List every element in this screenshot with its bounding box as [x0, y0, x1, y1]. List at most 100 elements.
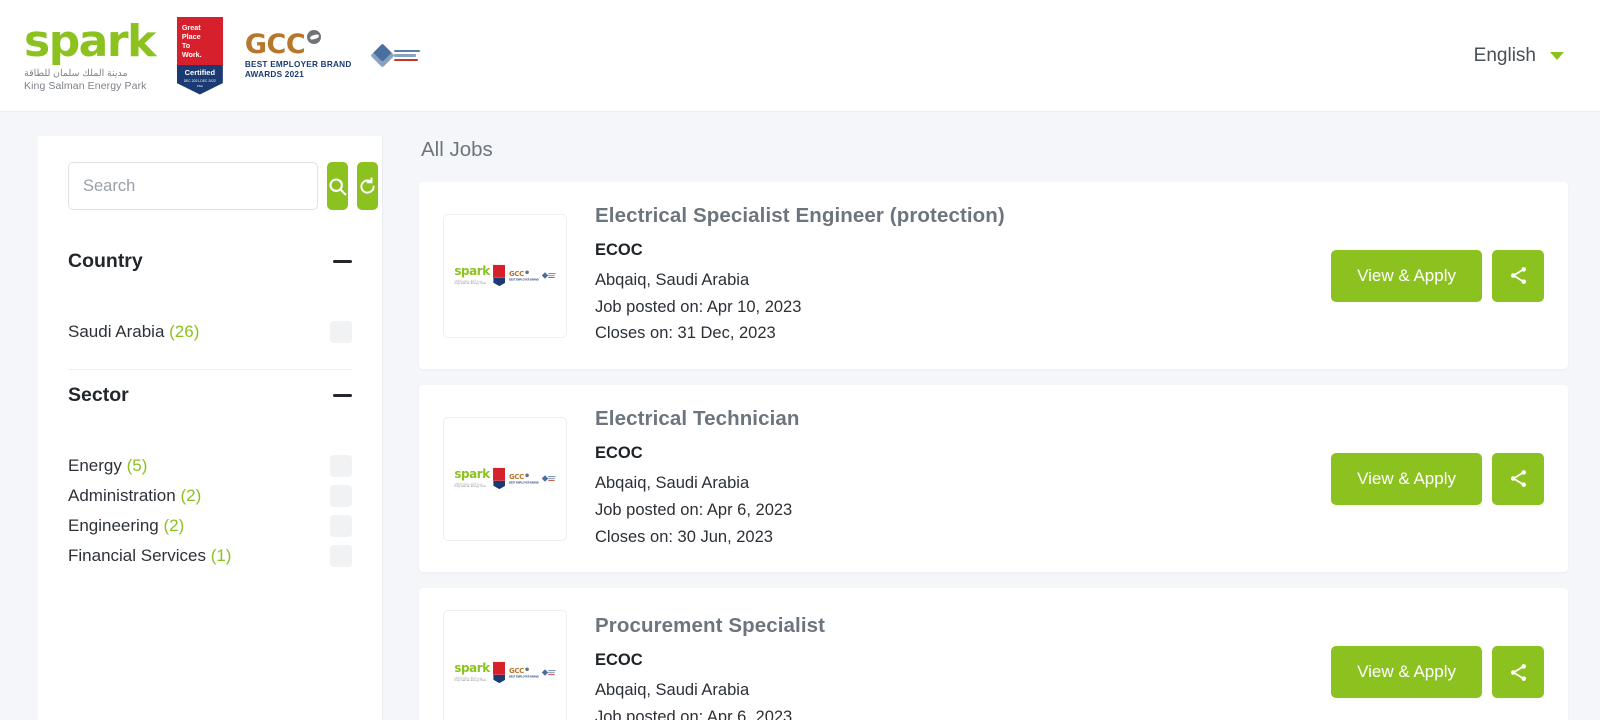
job-company: ECOC: [595, 241, 643, 259]
gcc-award-badge: GCC BEST EMPLOYER BRAND AWARDS 2021: [244, 29, 352, 79]
thumbnail-gptw-badge: [493, 468, 506, 490]
gcc-globe-icon: [525, 666, 529, 671]
spark-english-tagline: King Salman Energy Park: [24, 79, 147, 92]
reset-filters-button[interactable]: [357, 162, 378, 210]
minus-icon[interactable]: [333, 260, 352, 263]
filter-option-label: Financial Services (1): [68, 546, 232, 565]
view-and-apply-button[interactable]: View & Apply: [1331, 249, 1482, 302]
facet-country-header[interactable]: Country: [68, 236, 352, 295]
filter-option-engineering[interactable]: Engineering (2): [68, 511, 352, 541]
thumbnail-gcc-badge: GCC BEST EMPLOYER BRAND: [509, 665, 539, 678]
filter-option-administration[interactable]: Administration (2): [68, 481, 352, 511]
job-company: ECOC: [595, 651, 643, 670]
spark-wordmark: spark: [24, 16, 156, 67]
language-selector[interactable]: English: [1470, 39, 1568, 73]
job-actions: View & Apply: [1311, 452, 1544, 505]
thumbnail-gcc-badge: GCC BEST EMPLOYER BRAND: [509, 472, 539, 485]
job-card[interactable]: spark مدينة الملك سلمان للطاقة King Salm…: [419, 588, 1568, 720]
facet-sector-title: Sector: [68, 384, 129, 406]
facet-sector-header[interactable]: Sector: [68, 370, 352, 429]
filter-option-energy[interactable]: Energy (5): [68, 451, 352, 481]
filter-checkbox[interactable]: [330, 455, 352, 477]
gptw-badge-bottom: Certified DEC 2021-DEC 2022 KSA: [176, 64, 223, 95]
gcc-globe-icon: [525, 270, 529, 274]
job-location: Abqaiq, Saudi Arabia: [595, 474, 750, 493]
filter-option-count: (5): [126, 456, 148, 475]
job-posted-date: Job posted on: Apr 6, 2023: [595, 707, 793, 720]
job-thumbnail: spark مدينة الملك سلمان للطاقة King Salm…: [443, 610, 567, 720]
thumbnail-gptw-badge: [493, 264, 506, 287]
gptw-line-4: Work.: [181, 49, 202, 59]
thumbnail-spark-logo: spark مدينة الملك سلمان للطاقة King Salm…: [454, 468, 491, 489]
job-card[interactable]: spark مدينة الملك سلمان للطاقة King Salm…: [419, 385, 1568, 573]
share-icon: [1510, 663, 1526, 681]
share-icon: [1510, 267, 1526, 284]
filter-checkbox[interactable]: [330, 485, 352, 507]
gptw-region-label: KSA: [196, 83, 203, 88]
filter-option-financial-services[interactable]: Financial Services (1): [68, 541, 352, 571]
search-input[interactable]: [68, 162, 318, 210]
page-title: All Jobs: [421, 138, 493, 161]
filter-option-count: (26): [169, 322, 200, 341]
gptw-period-label: DEC 2021-DEC 2022: [183, 78, 216, 83]
gcc-globe-icon: [307, 29, 322, 44]
search-button[interactable]: [327, 162, 348, 210]
partner-text-lines: [393, 49, 420, 62]
share-icon: [1510, 470, 1526, 488]
filter-option-count: (2): [163, 516, 185, 535]
logo-strip: spark مدينة الملك سلمان للطاقة King Salm…: [24, 16, 420, 95]
chevron-down-icon: [1550, 51, 1564, 60]
facet-country-title: Country: [68, 250, 143, 272]
partner-award-badge: [369, 43, 420, 68]
job-posted-date: Job posted on: Apr 6, 2023: [595, 500, 793, 519]
gptw-certified-label: Certified: [184, 67, 216, 77]
job-company: ECOC: [595, 444, 643, 463]
filter-option-count: (2): [180, 486, 202, 505]
filter-option-label: Engineering (2): [68, 516, 185, 535]
thumbnail-partner-badge: [541, 272, 556, 279]
thumbnail-partner-badge: [541, 669, 556, 676]
jobs-list-region: All Jobs spark مدينة الملك سلمان للطاقة …: [419, 136, 1568, 720]
job-card[interactable]: spark مدينة الملك سلمان للطاقة King Salm…: [419, 182, 1568, 370]
job-details: Electrical Specialist Engineer (protecti…: [567, 204, 1311, 347]
thumbnail-gptw-badge: [493, 661, 506, 683]
filter-option-saudi-arabia[interactable]: Saudi Arabia (26): [68, 317, 352, 347]
spark-arabic-tagline: مدينة الملك سلمان للطاقة: [24, 68, 128, 79]
job-closing-date: Closes on: 31 Dec, 2023: [595, 324, 776, 343]
share-button[interactable]: [1492, 646, 1544, 699]
thumbnail-spark-logo: spark مدينة الملك سلمان للطاقة King Salm…: [454, 661, 491, 682]
job-details: Procurement Specialist ECOC Abqaiq, Saud…: [567, 614, 1311, 720]
filter-checkbox[interactable]: [330, 321, 352, 343]
filter-checkbox[interactable]: [330, 515, 352, 537]
view-and-apply-button[interactable]: View & Apply: [1331, 646, 1482, 699]
refresh-icon: [360, 176, 375, 194]
facet-country: Country Saudi Arabia (26): [68, 236, 352, 370]
job-posted-date: Job posted on: Apr 10, 2023: [595, 297, 802, 316]
share-button[interactable]: [1492, 452, 1544, 505]
filter-checkbox[interactable]: [330, 545, 352, 567]
gcc-word-row: GCC: [245, 29, 352, 57]
filter-option-label: Energy (5): [68, 456, 148, 475]
thumbnail-gcc-badge: GCC BEST EMPLOYER BRAND: [509, 269, 539, 282]
job-thumbnail: spark مدينة الملك سلمان للطاقة King Salm…: [443, 213, 567, 338]
facet-sector-options: Energy (5) Administration (2) Engineerin…: [68, 429, 352, 593]
gptw-badge-top: Great Place To Work.: [176, 16, 223, 65]
site-header: spark مدينة الملك سلمان للطاقة King Salm…: [0, 0, 1600, 112]
job-title[interactable]: Electrical Technician: [595, 407, 1311, 431]
diamond-icon: [541, 475, 549, 482]
filter-option-label: Administration (2): [68, 486, 202, 505]
spark-logo[interactable]: spark مدينة الملك سلمان للطاقة King Salm…: [24, 16, 156, 92]
gcc-subtitle-1: BEST EMPLOYER BRAND: [244, 60, 352, 70]
share-button[interactable]: [1492, 249, 1544, 302]
language-label: English: [1473, 44, 1536, 66]
facet-sector: Sector Energy (5) Administration (2) Eng…: [68, 370, 352, 593]
job-actions: View & Apply: [1311, 249, 1544, 302]
job-details: Electrical Technician ECOC Abqaiq, Saudi…: [567, 407, 1311, 550]
minus-icon[interactable]: [333, 394, 352, 397]
job-location: Abqaiq, Saudi Arabia: [595, 271, 750, 289]
job-title[interactable]: Electrical Specialist Engineer (protecti…: [595, 204, 1311, 228]
view-and-apply-button[interactable]: View & Apply: [1331, 452, 1482, 505]
page-body: Country Saudi Arabia (26) Sector: [0, 112, 1600, 720]
thumbnail-partner-badge: [541, 475, 556, 482]
job-title[interactable]: Procurement Specialist: [595, 614, 1311, 638]
